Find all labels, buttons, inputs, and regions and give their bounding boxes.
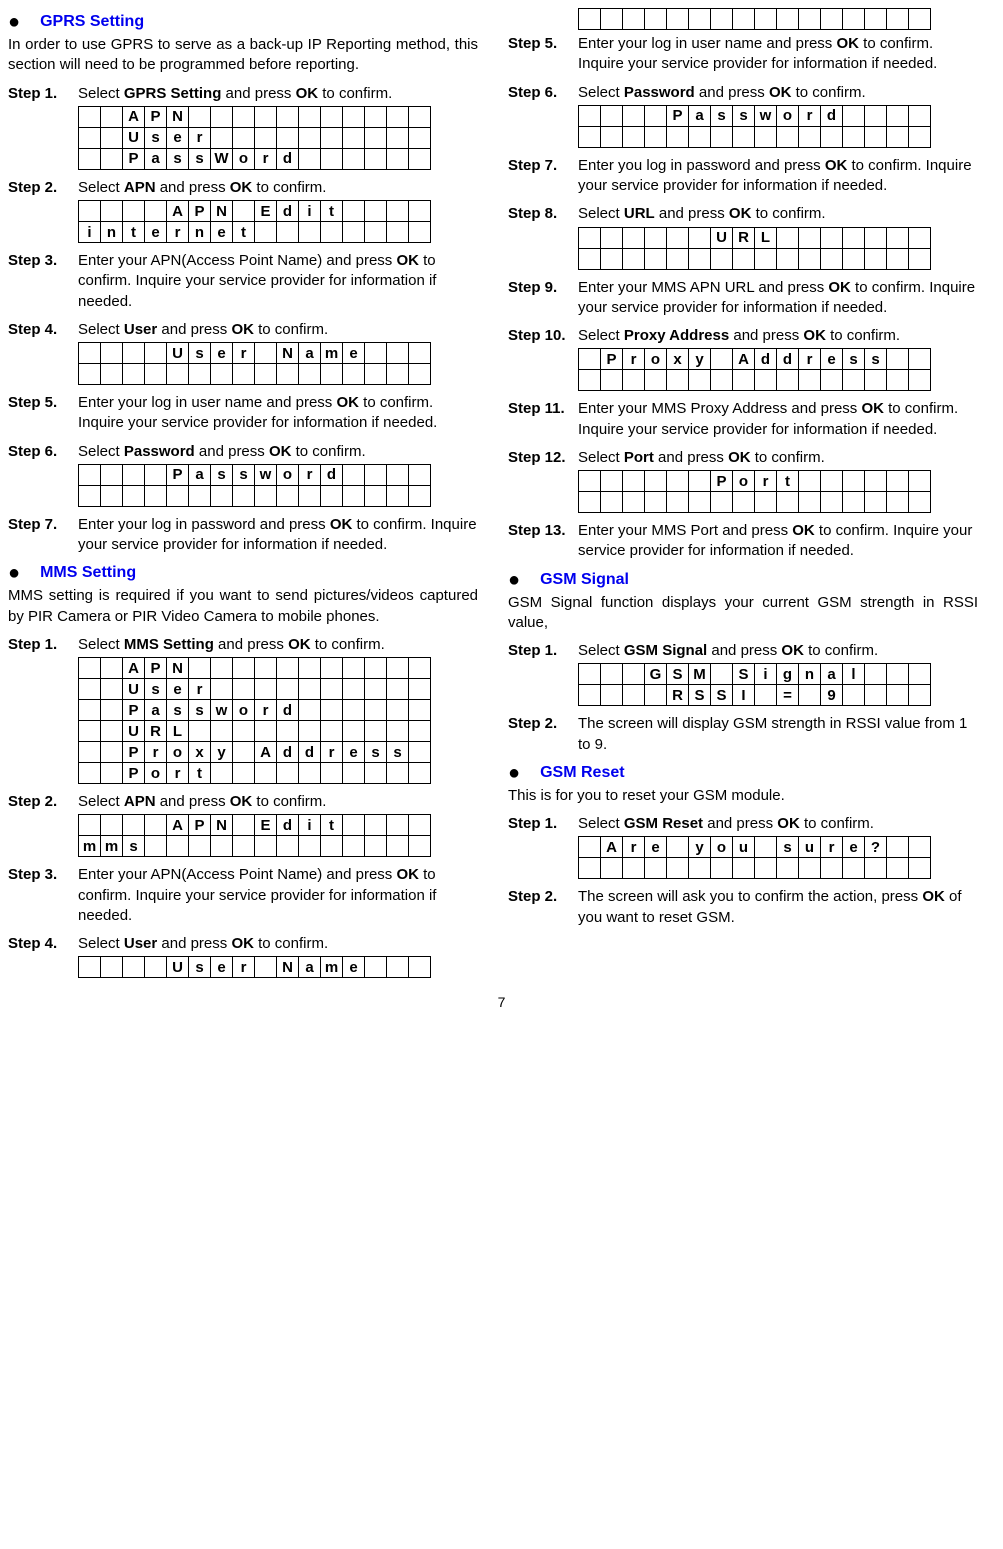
lcd: UserName: [8, 956, 478, 978]
lcd: ProxyAddress: [508, 348, 978, 391]
gsm-reset-heading: ● GSM Reset: [508, 763, 978, 783]
mms-heading: ● MMS Setting: [8, 563, 478, 583]
left-column: ● GPRS Setting In order to use GPRS to s…: [8, 8, 478, 986]
bullet-icon: ●: [8, 563, 20, 583]
page-number: 7: [8, 994, 995, 1010]
lcd: APNUserPasswordURLProxyAddressPort: [8, 657, 478, 784]
right-column: Step 5.Enter your log in user name and p…: [508, 8, 978, 986]
lcd: UserName: [8, 342, 478, 385]
gprs-intro: In order to use GPRS to serve as a back-…: [8, 35, 478, 76]
bullet-icon: ●: [508, 763, 520, 783]
lcd: APNEditinternet: [8, 200, 478, 243]
bullet-icon: ●: [508, 570, 520, 590]
page: ● GPRS Setting In order to use GPRS to s…: [8, 8, 995, 986]
lcd: APNUserPassWord: [8, 106, 478, 170]
lcd: Areyousure?: [508, 836, 978, 879]
bullet-icon: ●: [8, 12, 20, 32]
lcd: URL: [508, 227, 978, 270]
lcd: GSMSignalRSSI=9: [508, 663, 978, 706]
lcd: Port: [508, 470, 978, 513]
lcd: [508, 8, 978, 30]
lcd: Password: [8, 464, 478, 507]
mms-title: MMS Setting: [40, 564, 136, 582]
mms-intro: MMS setting is required if you want to s…: [8, 586, 478, 627]
gprs-title: GPRS Setting: [40, 13, 144, 31]
gsm-signal-title: GSM Signal: [540, 571, 629, 589]
gsm-reset-title: GSM Reset: [540, 764, 624, 782]
gsm-signal-heading: ● GSM Signal: [508, 570, 978, 590]
lcd: Password: [508, 105, 978, 148]
gsm-reset-intro: This is for you to reset your GSM module…: [508, 786, 978, 806]
gprs-heading: ● GPRS Setting: [8, 12, 478, 32]
gsm-signal-intro: GSM Signal function displays your curren…: [508, 593, 978, 634]
lcd: APNEditmms: [8, 814, 478, 857]
